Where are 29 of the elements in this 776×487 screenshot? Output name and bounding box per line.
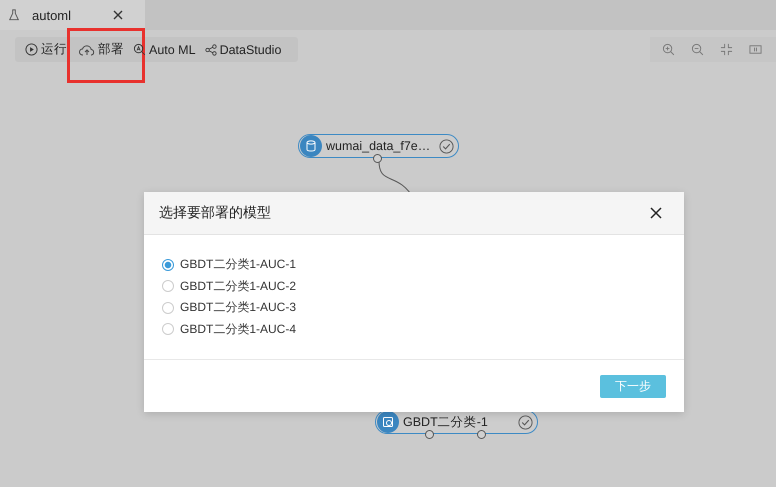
port-handle[interactable] — [425, 430, 434, 439]
flask-icon — [8, 9, 20, 21]
model-radio-option[interactable]: GBDT二分类1-AUC-2 — [162, 276, 684, 297]
port-handle[interactable] — [373, 154, 382, 163]
close-icon[interactable] — [113, 10, 123, 20]
cloud-upload-icon — [79, 44, 95, 56]
toolbar-button[interactable]: DataStudio — [204, 37, 290, 62]
dialog-title: 选择要部署的模型 — [159, 204, 271, 222]
frame-icon[interactable] — [749, 43, 762, 56]
model-radio-option[interactable]: GBDT二分类1-AUC-3 — [162, 297, 684, 318]
zoom-out-icon[interactable] — [691, 43, 704, 56]
model-radio-option[interactable]: GBDT二分类1-AUC-1 — [162, 254, 684, 276]
flow-node[interactable]: wumai_data_f7e… — [298, 134, 459, 158]
port-handle[interactable] — [477, 430, 486, 439]
fit-icon[interactable] — [720, 43, 733, 56]
toolbar-button[interactable]: 运行 — [25, 37, 79, 62]
search-icon — [133, 43, 146, 56]
model-radio-option[interactable]: GBDT二分类1-AUC-4 — [162, 318, 684, 340]
database-icon — [300, 135, 322, 157]
zoom-in-icon[interactable] — [662, 43, 675, 56]
check-icon — [518, 414, 533, 430]
share-icon — [204, 44, 217, 56]
flow-node[interactable]: GBDT二分类-1 — [375, 410, 538, 434]
toolbar-button[interactable]: Auto ML — [133, 37, 205, 62]
toolbar-button[interactable]: 部署 — [79, 37, 133, 62]
close-icon[interactable] — [650, 207, 662, 219]
play-icon — [25, 43, 38, 56]
editor-tab[interactable]: automl — [0, 0, 145, 30]
check-icon — [439, 138, 454, 154]
